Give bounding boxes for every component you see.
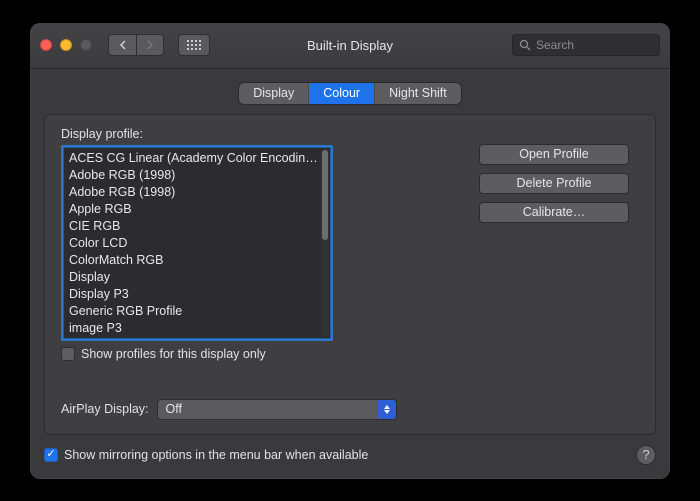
- colour-panel: Display profile: ACES CG Linear (Academy…: [44, 114, 656, 435]
- mirroring-checkbox-row[interactable]: Show mirroring options in the menu bar w…: [44, 448, 368, 462]
- show-profiles-only-checkbox-row[interactable]: Show profiles for this display only: [61, 347, 361, 361]
- search-field[interactable]: [512, 34, 660, 56]
- tab-display[interactable]: Display: [239, 83, 309, 104]
- back-button[interactable]: [108, 34, 136, 56]
- window-body: Display Colour Night Shift Display profi…: [30, 69, 670, 479]
- window-controls: [40, 39, 92, 51]
- list-item[interactable]: Display: [69, 269, 319, 286]
- display-profile-listbox[interactable]: ACES CG Linear (Academy Color Encoding…A…: [61, 145, 333, 341]
- list-item[interactable]: Display P3: [69, 286, 319, 303]
- search-input[interactable]: [536, 38, 653, 52]
- minimize-window-button[interactable]: [60, 39, 72, 51]
- preferences-window: Built-in Display Display Colour Night Sh…: [30, 23, 670, 479]
- help-button[interactable]: ?: [636, 445, 656, 465]
- airplay-select-value: Off: [166, 402, 182, 416]
- open-profile-button[interactable]: Open Profile: [479, 144, 629, 165]
- display-profile-label: Display profile:: [61, 127, 361, 141]
- scrollbar-thumb[interactable]: [322, 150, 328, 240]
- chevron-right-icon: [146, 40, 154, 50]
- show-profiles-only-label: Show profiles for this display only: [81, 347, 266, 361]
- list-item[interactable]: ACES CG Linear (Academy Color Encoding…: [69, 150, 319, 167]
- profile-actions: Open Profile Delete Profile Calibrate…: [391, 127, 639, 361]
- zoom-window-button[interactable]: [80, 39, 92, 51]
- profile-list-inner: ACES CG Linear (Academy Color Encoding…A…: [63, 147, 331, 339]
- footer-row: Show mirroring options in the menu bar w…: [44, 445, 656, 465]
- grid-icon: [187, 40, 201, 50]
- close-window-button[interactable]: [40, 39, 52, 51]
- calibrate-button[interactable]: Calibrate…: [479, 202, 629, 223]
- airplay-row: AirPlay Display: Off: [61, 387, 639, 420]
- show-all-button[interactable]: [178, 34, 210, 56]
- tab-segmented-control: Display Colour Night Shift: [239, 83, 461, 104]
- titlebar: Built-in Display: [30, 23, 670, 69]
- profile-column: Display profile: ACES CG Linear (Academy…: [61, 127, 361, 361]
- delete-profile-button[interactable]: Delete Profile: [479, 173, 629, 194]
- nav-buttons: [108, 34, 164, 56]
- list-item[interactable]: Apple RGB: [69, 201, 319, 218]
- forward-button[interactable]: [136, 34, 164, 56]
- list-item[interactable]: Color LCD: [69, 235, 319, 252]
- tab-night-shift[interactable]: Night Shift: [375, 83, 461, 104]
- stepper-arrows-icon: [378, 400, 396, 419]
- list-item[interactable]: image P3: [69, 320, 319, 337]
- list-item[interactable]: Adobe RGB (1998): [69, 167, 319, 184]
- airplay-select[interactable]: Off: [157, 399, 397, 420]
- list-item[interactable]: Adobe RGB (1998): [69, 184, 319, 201]
- show-profiles-only-checkbox[interactable]: [61, 347, 75, 361]
- list-item[interactable]: Generic RGB Profile: [69, 303, 319, 320]
- tab-row: Display Colour Night Shift: [44, 83, 656, 104]
- search-icon: [519, 39, 531, 51]
- list-item[interactable]: ColorMatch RGB: [69, 252, 319, 269]
- mirroring-checkbox[interactable]: [44, 448, 58, 462]
- mirroring-label: Show mirroring options in the menu bar w…: [64, 448, 368, 462]
- chevron-left-icon: [119, 40, 127, 50]
- list-item[interactable]: CIE RGB: [69, 218, 319, 235]
- tab-colour[interactable]: Colour: [309, 83, 375, 104]
- airplay-label: AirPlay Display:: [61, 402, 149, 416]
